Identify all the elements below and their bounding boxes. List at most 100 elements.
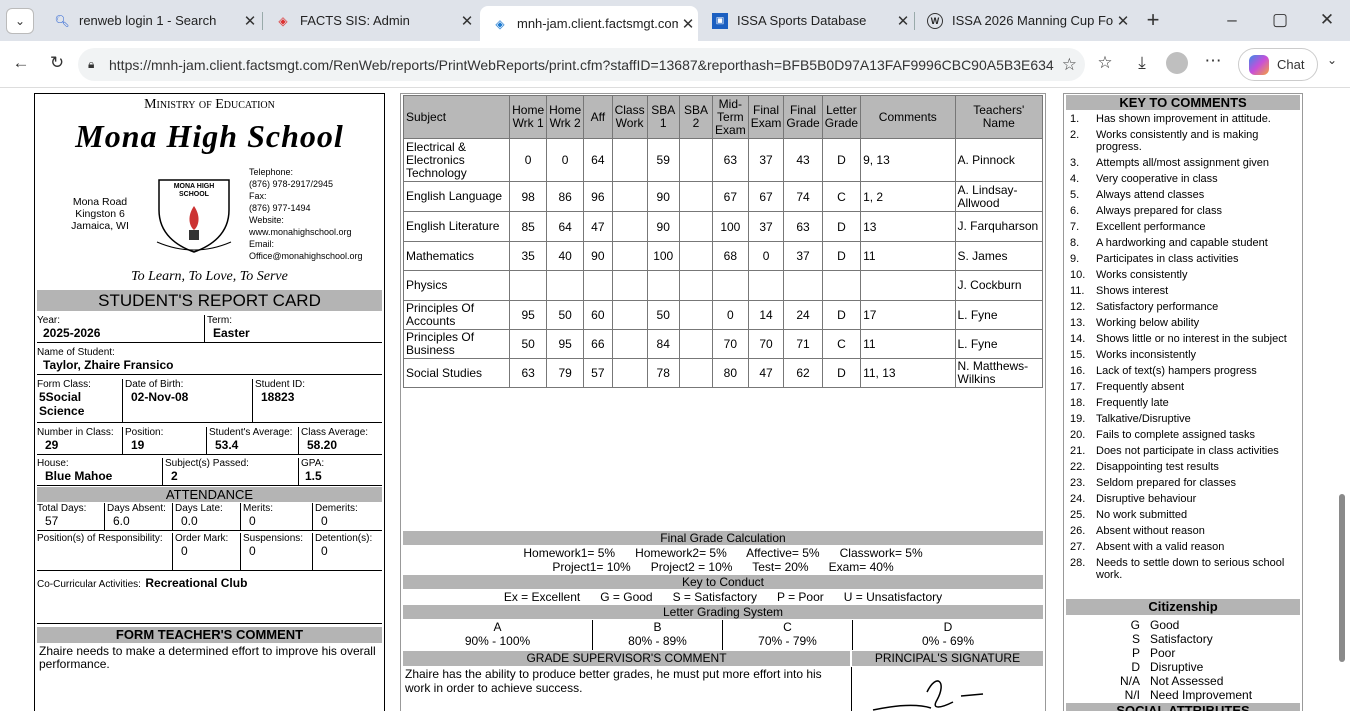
demerits-value: 0: [321, 514, 328, 528]
favorites-icon[interactable]: ☆: [1094, 53, 1116, 73]
form-class-value: 5Social Science: [39, 390, 85, 418]
tab-3-active[interactable]: ◈ mnh-jam.client.factsmgt.com/R ✕: [480, 6, 698, 41]
grade-cell: [678, 329, 714, 359]
grade-cell: 11, 13: [860, 358, 956, 388]
teacher-cell: A. Pinnock: [954, 138, 1043, 182]
house-label: House:: [37, 458, 69, 469]
grade-cell: [678, 181, 714, 212]
header-sba1: SBA 1: [646, 95, 680, 139]
refresh-icon[interactable]: ↻: [46, 53, 68, 73]
grade-cell: 63: [712, 138, 749, 182]
citizenship-meaning: Need Improvement: [1150, 688, 1253, 702]
grade-cell: [611, 181, 648, 212]
tab-actions-button[interactable]: ⌄: [6, 8, 34, 34]
class-average-label: Class Average:: [301, 427, 369, 438]
grade-cell: 60: [583, 300, 613, 330]
sidebar-toggle-icon[interactable]: ⌄: [1324, 53, 1340, 67]
grade-cell: D: [821, 138, 862, 182]
key-comment-number: 7.: [1070, 221, 1080, 233]
gpa-value: 1.5: [305, 469, 322, 483]
close-icon[interactable]: ✕: [678, 15, 698, 33]
tab-4[interactable]: ▣ ISSA Sports Database ✕: [700, 6, 913, 35]
responsibility-label: Position(s) of Responsibility:: [37, 533, 163, 544]
student-name: Taylor, Zhaire Fransico: [43, 358, 174, 372]
grade-cell: 50: [646, 300, 680, 330]
key-comment-item: 21. Does not participate in class activit…: [1070, 445, 1298, 457]
page-info-icon[interactable]: 🔒︎: [88, 57, 94, 72]
school-motto: To Learn, To Love, To Serve: [131, 269, 288, 284]
key-comment-number: 17.: [1070, 381, 1086, 393]
key-comment-text: Absent with a valid reason: [1096, 541, 1225, 553]
tab-2[interactable]: ◈ FACTS SIS: Admin ✕: [263, 6, 477, 35]
key-comment-text: Shows little or no interest in the subje…: [1096, 333, 1287, 345]
copilot-chat-button[interactable]: Chat: [1238, 48, 1318, 81]
key-comment-text: Attempts all/most assignment given: [1096, 157, 1270, 169]
report-card-title: STUDENT'S REPORT CARD: [37, 290, 382, 311]
close-icon[interactable]: ✕: [893, 12, 913, 30]
days-late-value: 0.0: [181, 514, 198, 528]
citizenship-code: N/I: [1124, 688, 1140, 702]
header-classwork: Class Work: [611, 95, 648, 139]
grade-cell: 57: [583, 358, 613, 388]
tab-5[interactable]: W ISSA 2026 Manning Cup Footb ✕: [915, 6, 1133, 35]
window-close-icon[interactable]: ✕: [1317, 10, 1337, 30]
table-row: Electrical & Electronics Technology 0 0 64 5…: [402, 138, 1043, 182]
header-homework2: Home Wrk 2: [546, 95, 585, 139]
favorite-star-icon[interactable]: ☆: [1062, 55, 1077, 75]
subject-cell: Physics: [402, 270, 511, 301]
grade-cell: 70: [747, 329, 785, 359]
grades-panel: Subject Home Wrk 1 Home Wrk 2 Aff Class …: [400, 93, 1046, 711]
key-comment-item: 16. Lack of text(s) hampers progress: [1070, 365, 1298, 377]
tab-1[interactable]: 🔍︎ renweb login 1 - Search ✕: [42, 6, 260, 35]
grade-cell: D: [821, 241, 862, 271]
grade-cell: 35: [509, 241, 548, 271]
address-bar[interactable]: 🔒︎ https://mnh-jam.client.factsmgt.com/R…: [78, 48, 1085, 81]
key-panel: KEY TO COMMENTS 1. Has shown improvement …: [1063, 93, 1303, 711]
close-icon[interactable]: ✕: [1113, 12, 1133, 30]
key-comment-item: 9. Participates in class activities: [1070, 253, 1298, 265]
grade-cell: 79: [546, 358, 585, 388]
key-comment-item: 11. Shows interest: [1070, 285, 1298, 297]
subject-cell: English Language: [402, 181, 511, 212]
more-menu-icon[interactable]: ⋯: [1202, 51, 1224, 71]
grade-cell: 64: [546, 211, 585, 242]
key-comment-number: 23.: [1070, 477, 1086, 489]
downloads-icon[interactable]: ⤓: [1131, 53, 1153, 73]
grade-cell: 40: [546, 241, 585, 271]
grade-cell: 62: [783, 358, 823, 388]
student-average-value: 53.4: [215, 438, 239, 452]
key-comment-number: 2.: [1070, 129, 1080, 141]
grade-cell: [678, 358, 714, 388]
key-comment-text: Disruptive behaviour: [1096, 493, 1197, 505]
grade-cell: C: [821, 181, 862, 212]
ministry-heading: Ministry of Education: [144, 97, 275, 112]
profile-avatar[interactable]: [1166, 52, 1188, 74]
header-homework1: Home Wrk 1: [509, 95, 548, 139]
key-comment-number: 20.: [1070, 429, 1086, 441]
grade-cell: [611, 300, 648, 330]
scrollbar-thumb[interactable]: [1339, 494, 1345, 662]
key-comment-text: Talkative/Disruptive: [1096, 413, 1191, 425]
key-comment-item: 25. No work submitted: [1070, 509, 1298, 521]
tab-title: FACTS SIS: Admin: [300, 13, 410, 28]
grade-cell: 68: [712, 241, 749, 271]
minimize-icon[interactable]: –: [1222, 10, 1242, 30]
teacher-cell: L. Fyne: [954, 329, 1043, 359]
grade-cell: 63: [509, 358, 548, 388]
vertical-scrollbar[interactable]: [1337, 88, 1347, 711]
citizenship-item: P Poor: [1064, 646, 1300, 660]
co-curricular-label: Co-Curricular Activities:: [37, 579, 141, 590]
back-icon[interactable]: ←: [10, 53, 32, 73]
grade-cell: D: [821, 300, 862, 330]
header-affective: Aff: [583, 95, 613, 139]
close-icon[interactable]: ✕: [240, 12, 260, 30]
subject-cell: Principles Of Business: [402, 329, 511, 359]
close-icon[interactable]: ✕: [457, 12, 477, 30]
citizenship-meaning: Not Assessed: [1150, 674, 1224, 688]
key-comment-text: Has shown improvement in attitude.: [1096, 113, 1271, 125]
new-tab-icon[interactable]: +: [1142, 8, 1164, 32]
key-to-conduct-title: Key to Conduct: [403, 575, 1043, 589]
grade-cell: D: [821, 211, 862, 242]
tab-bar: ⌄ 🔍︎ renweb login 1 - Search ✕ ◈ FACTS S…: [0, 0, 1350, 41]
maximize-icon[interactable]: ▢: [1270, 10, 1290, 30]
